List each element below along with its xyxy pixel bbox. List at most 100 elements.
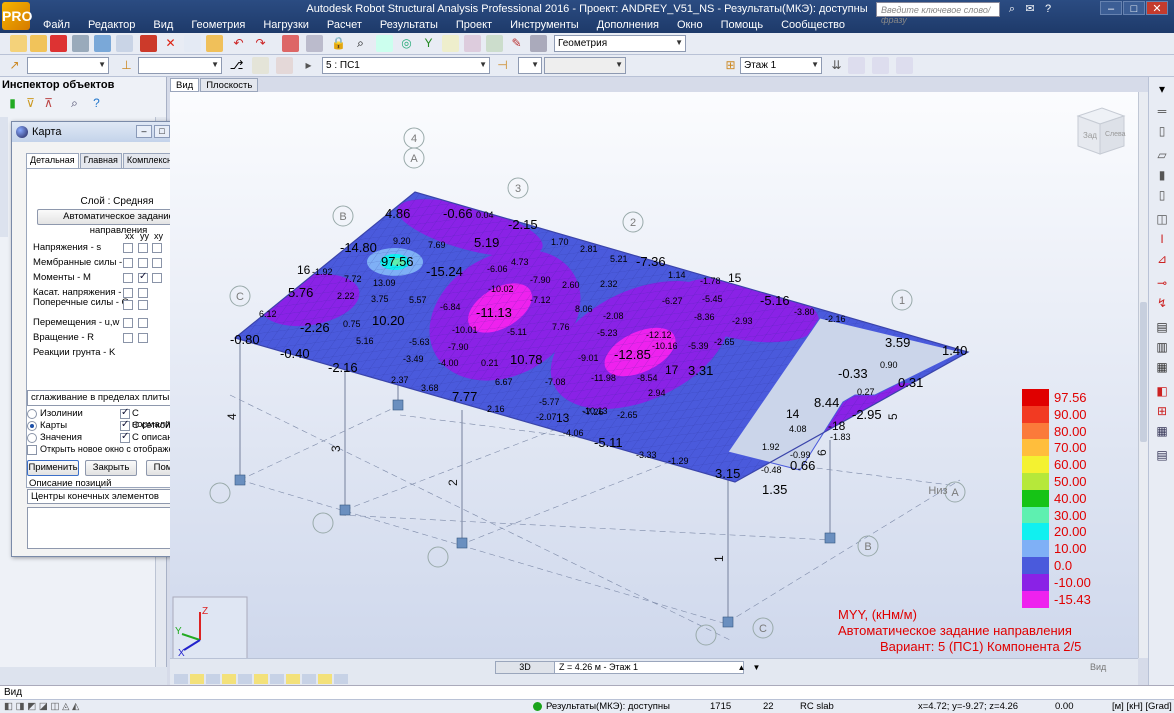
load-case-combo[interactable]: 5 : ПС1 ▼	[322, 57, 490, 74]
menu-window[interactable]: Окно	[668, 18, 712, 32]
story-props-icon[interactable]	[896, 57, 913, 74]
stress-yy-checkbox[interactable]	[138, 243, 148, 253]
command-line[interactable]: Вид	[0, 685, 1174, 699]
tab-view[interactable]: Вид	[170, 78, 200, 92]
display-icon[interactable]	[206, 674, 220, 684]
dialog-maximize-button[interactable]: □	[154, 125, 170, 138]
structure-icon[interactable]: Y	[420, 35, 437, 52]
clear-filter-icon[interactable]: ⊼	[40, 95, 57, 112]
position-text-area[interactable]	[27, 507, 184, 549]
shear-force-xx-checkbox[interactable]	[123, 300, 133, 310]
display-icon[interactable]	[222, 674, 236, 684]
tools-icon[interactable]: ✎	[508, 35, 525, 52]
inspector-filter-icon[interactable]: ▮	[4, 95, 21, 112]
display-icon[interactable]	[270, 674, 284, 684]
copy-icon[interactable]	[184, 35, 201, 52]
redo-icon[interactable]: ↷	[252, 35, 269, 52]
view-mode-3d[interactable]: 3D	[495, 661, 555, 674]
dialog-minimize-button[interactable]: –	[136, 125, 152, 138]
calc-icon[interactable]	[442, 35, 459, 52]
zoom-icon[interactable]: ⌕	[352, 35, 369, 52]
print-icon[interactable]	[72, 35, 89, 52]
display-icon[interactable]	[238, 674, 252, 684]
bar-selection-combo[interactable]: ▼	[138, 57, 222, 74]
release-icon[interactable]: ⊿	[1154, 251, 1170, 267]
model-scene[interactable]: 4 A 3 2 B C 1 A C B Низ 4 3 2 1 5 6 4.86…	[170, 92, 1138, 658]
tables-icon[interactable]	[306, 35, 323, 52]
search-input[interactable]: Введите ключевое слово/фразу	[876, 2, 1000, 25]
undo-icon[interactable]: ↶	[230, 35, 247, 52]
toolbar-arrow-icon[interactable]: ▾	[1154, 81, 1170, 97]
support-icon[interactable]: ▯	[1154, 187, 1170, 203]
case-list-icon[interactable]	[252, 57, 269, 74]
mode-combo[interactable]: ▼	[518, 57, 542, 74]
menu-edit[interactable]: Редактор	[79, 18, 144, 32]
screen-capture-icon[interactable]	[140, 35, 157, 52]
new-window-checkbox[interactable]	[27, 445, 37, 455]
minimize-button[interactable]: –	[1100, 1, 1122, 15]
paste-icon[interactable]	[206, 35, 223, 52]
node-selection-combo[interactable]: ▼	[27, 57, 109, 74]
membrane-xx-checkbox[interactable]	[123, 258, 133, 268]
funnel-icon[interactable]: ⊽	[22, 95, 39, 112]
help-circle-icon[interactable]: ?	[88, 95, 105, 112]
menu-help[interactable]: Помощь	[712, 18, 773, 32]
menu-view[interactable]: Вид	[144, 18, 182, 32]
cube-icon[interactable]: ◫	[1154, 211, 1170, 227]
wall-icon[interactable]: ▥	[1154, 339, 1170, 355]
normalization-checkbox[interactable]	[120, 407, 130, 419]
inspector-side-tab[interactable]	[0, 117, 8, 237]
menu-loads[interactable]: Нагрузки	[254, 18, 318, 32]
description-checkbox[interactable]	[120, 431, 130, 443]
apply-button[interactable]: Применить	[27, 460, 79, 476]
section-icon[interactable]	[464, 35, 481, 52]
menu-results[interactable]: Результаты	[371, 18, 447, 32]
offset-icon[interactable]: ⊸	[1154, 275, 1170, 291]
layout-list-icon[interactable]	[530, 35, 547, 52]
moment-xx-checkbox[interactable]	[123, 273, 133, 283]
save-icon[interactable]	[50, 35, 67, 52]
i-beam-icon[interactable]: I	[1154, 231, 1170, 247]
menu-analysis[interactable]: Расчет	[318, 18, 371, 32]
stress-xy-checkbox[interactable]	[152, 243, 162, 253]
node-icon[interactable]: ↗	[6, 57, 23, 74]
display-icon[interactable]	[302, 674, 316, 684]
column-icon[interactable]: ▯	[1154, 123, 1170, 139]
binoculars-icon[interactable]: ⌕	[1004, 2, 1020, 17]
shear-stress-yy-checkbox[interactable]	[138, 288, 148, 298]
story-table-icon[interactable]	[872, 57, 889, 74]
search-icon[interactable]: ⌕	[66, 95, 83, 112]
fe-mesh-checkbox[interactable]	[120, 419, 130, 431]
map-icon[interactable]: ◧	[1154, 383, 1170, 399]
mesh-icon[interactable]: ▦	[1154, 359, 1170, 375]
viewcube-shape[interactable]: Зад Слева	[1072, 102, 1128, 158]
open-icon[interactable]	[30, 35, 47, 52]
new-icon[interactable]	[10, 35, 27, 52]
load-arrow-icon[interactable]: ↯	[1154, 295, 1170, 311]
displacement-xx-checkbox[interactable]	[123, 318, 133, 328]
viewcube[interactable]: Зад Слева	[1072, 102, 1128, 158]
table-icon[interactable]: ▦	[1154, 423, 1170, 439]
mode-icon[interactable]: ⊣	[494, 57, 511, 74]
stress-xx-checkbox[interactable]	[123, 243, 133, 253]
load-icon[interactable]	[486, 35, 503, 52]
zoom-window-icon[interactable]	[376, 35, 393, 52]
tab-principal[interactable]: Главная	[79, 153, 122, 168]
rotation-yy-checkbox[interactable]	[138, 333, 148, 343]
tab-detailed[interactable]: Детальная	[26, 153, 79, 169]
display-icon[interactable]	[286, 674, 300, 684]
lock-icon[interactable]: 🔒	[330, 35, 347, 52]
model-viewport[interactable]: 4 A 3 2 B C 1 A C B Низ 4 3 2 1 5 6 4.86…	[170, 92, 1138, 658]
slab-icon[interactable]: ▤	[1154, 319, 1170, 335]
menu-tools[interactable]: Инструменты	[501, 18, 588, 32]
moment-yy-checkbox[interactable]	[138, 271, 148, 283]
displacement-yy-checkbox[interactable]	[138, 318, 148, 328]
isolines-radio[interactable]	[27, 409, 37, 419]
membrane-xy-checkbox[interactable]	[152, 258, 162, 268]
menu-geometry[interactable]: Геометрия	[182, 18, 254, 32]
reinforcement-icon[interactable]: ⊞	[1154, 403, 1170, 419]
layout-combo[interactable]: Геометрия ▼	[554, 35, 686, 52]
case-arrow-icon[interactable]: ▸	[300, 57, 317, 74]
maximize-button[interactable]: □	[1123, 1, 1145, 15]
story-down-icon[interactable]: ⇊	[828, 57, 845, 74]
